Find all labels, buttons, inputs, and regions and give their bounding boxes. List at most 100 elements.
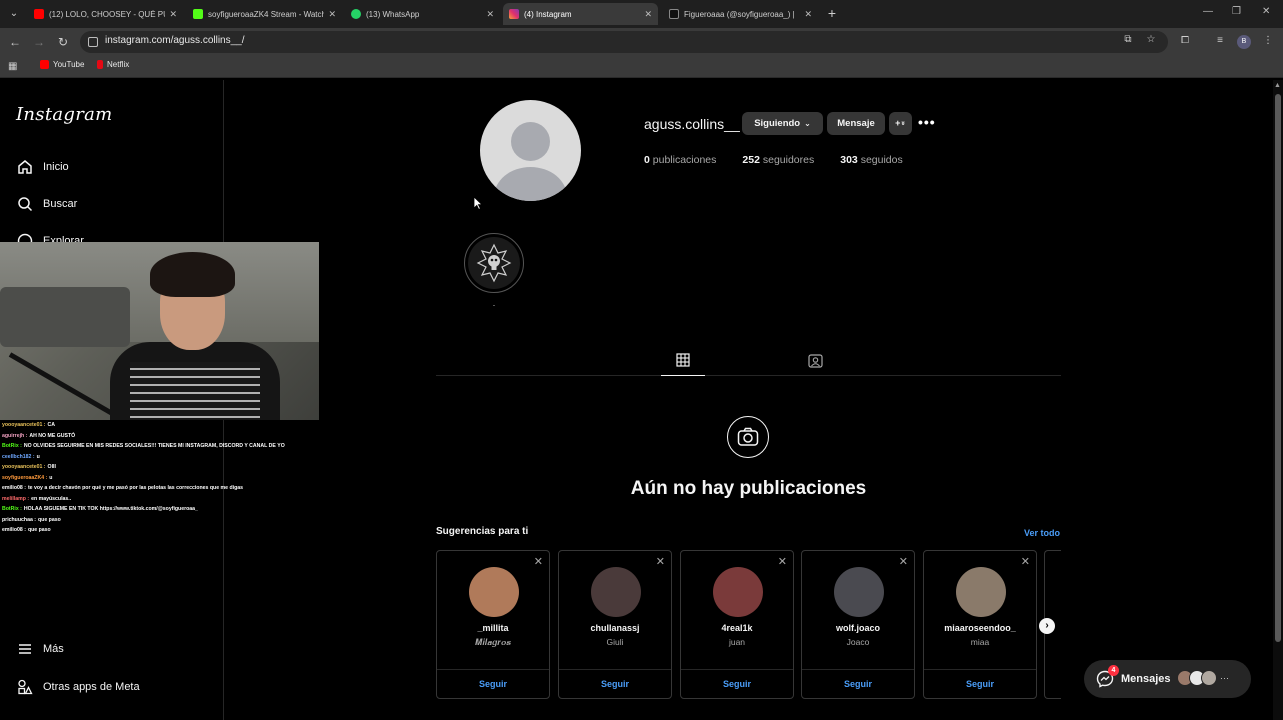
sidebar-item-label: Más [43, 643, 64, 655]
follow-button[interactable]: Seguir [559, 679, 671, 689]
stream-chat: yoooyaancete01 : CA aguirrejh : AH NO ME GU… [0, 420, 310, 540]
dismiss-icon[interactable]: ✕ [1021, 555, 1030, 568]
suggestion-username[interactable]: miaaroseendoo_ [924, 623, 1036, 633]
messages-label: Mensajes [1121, 673, 1171, 685]
suggestion-card[interactable]: ✕ _millita 𝑴𝒊𝒍𝒂𝒈𝒓𝒐𝒔 Seguir [436, 550, 550, 699]
suggestion-username[interactable]: chullanassj [559, 623, 671, 633]
dismiss-icon[interactable]: ✕ [656, 555, 665, 568]
tab-posts[interactable] [661, 351, 705, 376]
restore-icon[interactable]: ❐ [1232, 6, 1241, 17]
menu-icon[interactable]: ⋮ [1261, 34, 1275, 48]
browser-tab[interactable]: Figueroaaa (@soyfigueroaa_) | ✕ [663, 3, 818, 25]
instagram-logo[interactable]: Instagram [16, 104, 113, 125]
cast-icon[interactable]: ⧉ [1122, 34, 1134, 46]
microphone-arm [8, 352, 116, 417]
chat-username: BotRix : [2, 443, 22, 449]
see-all-link[interactable]: Ver todo [1024, 528, 1060, 538]
chat-message: emilio08 : que paso [0, 525, 310, 536]
more-options-icon[interactable]: ••• [918, 114, 936, 130]
following-count[interactable]: 303 seguidos [840, 154, 902, 166]
suggestion-name: Giuli [606, 637, 624, 647]
back-icon[interactable]: ← [7, 34, 23, 50]
dismiss-icon[interactable]: ✕ [778, 555, 787, 568]
chat-message: soyfigueroaaZK4 :u [0, 473, 310, 484]
close-icon[interactable]: ✕ [804, 9, 812, 20]
suggest-users-button[interactable]: +⍤ [889, 112, 912, 135]
minimize-icon[interactable]: — [1203, 6, 1213, 17]
extensions-icon[interactable]: ⧠ [1178, 34, 1192, 48]
close-icon[interactable]: ✕ [644, 9, 652, 20]
forward-icon[interactable]: → [31, 34, 47, 50]
bookmark-youtube[interactable]: YouTube [40, 60, 84, 69]
tab-title: (12) LOLO, CHOOSEY - QUÉ PUEDO [49, 9, 165, 19]
browser-tab[interactable]: (13) WhatsApp ✕ [345, 3, 500, 25]
apps-grid-icon[interactable]: ▦ [8, 61, 20, 73]
bookmark-star-icon[interactable]: ☆ [1145, 34, 1157, 46]
follow-button[interactable]: Seguir [437, 679, 549, 689]
messages-button[interactable]: 4 Mensajes ··· [1084, 660, 1251, 698]
card-divider [437, 669, 549, 670]
add-person-icon: +⍤ [895, 118, 906, 128]
followers-count[interactable]: 252 seguidores [742, 154, 814, 166]
scrollbar-thumb[interactable] [1275, 94, 1281, 642]
profile-avatar[interactable] [480, 100, 581, 201]
follow-button[interactable]: Seguir [924, 679, 1036, 689]
browser-tab[interactable]: soyfigueroaaZK4 Stream - Watch ✕ [187, 3, 342, 25]
close-window-icon[interactable]: ✕ [1262, 6, 1270, 17]
site-info-icon[interactable] [88, 37, 98, 47]
avatar[interactable] [591, 567, 641, 617]
tab-tagged[interactable] [793, 351, 837, 376]
suggestion-card[interactable]: ✕ miaaroseendoo_ miaa Seguir [923, 550, 1037, 699]
avatar[interactable] [956, 567, 1006, 617]
close-icon[interactable]: ✕ [486, 9, 494, 20]
reload-icon[interactable]: ↻ [55, 34, 71, 50]
dismiss-icon[interactable]: ✕ [534, 555, 543, 568]
dismiss-icon[interactable]: ✕ [899, 555, 908, 568]
chat-message: BotRix : NO OLVIDES SEGUIRME EN MIS REDES… [0, 441, 310, 452]
close-icon[interactable]: ✕ [328, 9, 336, 20]
sidebar-item-home[interactable]: Inicio [16, 158, 69, 176]
suggestion-card[interactable]: ✕ wolf.joaco Joaco Seguir [801, 550, 915, 699]
scroll-up-icon[interactable]: ▲ [1274, 82, 1281, 89]
sidebar-item-label: Inicio [43, 161, 69, 173]
address-bar[interactable]: instagram.com/aguss.collins__/ [80, 31, 1168, 53]
chat-username: yoooyaancete01 : [2, 422, 46, 428]
sidebar-item-meta-apps[interactable]: Otras apps de Meta [16, 678, 140, 696]
mouse-cursor-icon [473, 196, 483, 210]
chat-username: BotRix : [2, 506, 22, 512]
tab-search-button[interactable]: ⌄ [5, 5, 23, 23]
browser-tab[interactable]: (12) LOLO, CHOOSEY - QUÉ PUEDO ✕ [28, 3, 183, 25]
suggestion-card[interactable]: ✕ chullanassj Giuli Seguir [558, 550, 672, 699]
chat-text: que paso [38, 516, 61, 523]
chevron-right-icon[interactable]: › [1039, 618, 1055, 634]
story-highlight[interactable] [464, 233, 524, 293]
browser-tab-active[interactable]: (4) Instagram ✕ [503, 3, 658, 25]
follow-button[interactable]: Seguir [681, 679, 793, 689]
recent-chats-avatars: ··· [1177, 670, 1229, 686]
suggestion-card[interactable]: ✕ 4real1k juan Seguir [680, 550, 794, 699]
suggestion-username[interactable]: wolf.joaco [802, 623, 914, 633]
media-icon[interactable]: ≡ [1213, 34, 1227, 48]
page-scrollbar[interactable]: ▲ [1273, 80, 1283, 720]
following-button[interactable]: Siguiendo ⌄ [742, 112, 823, 135]
profile-avatar[interactable]: B [1237, 35, 1251, 49]
follow-button[interactable]: Seguir [802, 679, 914, 689]
bookmarks-bar: ▦ YouTube Netflix [0, 56, 1283, 78]
new-tab-button[interactable]: + [824, 5, 840, 21]
sidebar-item-more[interactable]: Más [16, 640, 64, 658]
highlight-cover [468, 237, 520, 289]
chat-username: aguirrejh : [2, 432, 28, 439]
chat-username: emilio08 : [2, 527, 26, 533]
suggestion-username[interactable]: 4real1k [681, 623, 793, 633]
chat-message: BotRix : HOLAA SIGUEME EN TIK TOK https:/… [0, 504, 310, 515]
sidebar-item-search[interactable]: Buscar [16, 195, 77, 213]
bookmark-netflix[interactable]: Netflix [97, 60, 129, 69]
suggestion-username[interactable]: _millita [437, 623, 549, 633]
unread-badge: 4 [1108, 665, 1119, 676]
close-icon[interactable]: ✕ [169, 9, 177, 20]
chat-message: yoooyaancete01 : OIII [0, 462, 310, 473]
message-button[interactable]: Mensaje [827, 112, 885, 135]
avatar[interactable] [834, 567, 884, 617]
avatar[interactable] [713, 567, 763, 617]
avatar[interactable] [469, 567, 519, 617]
